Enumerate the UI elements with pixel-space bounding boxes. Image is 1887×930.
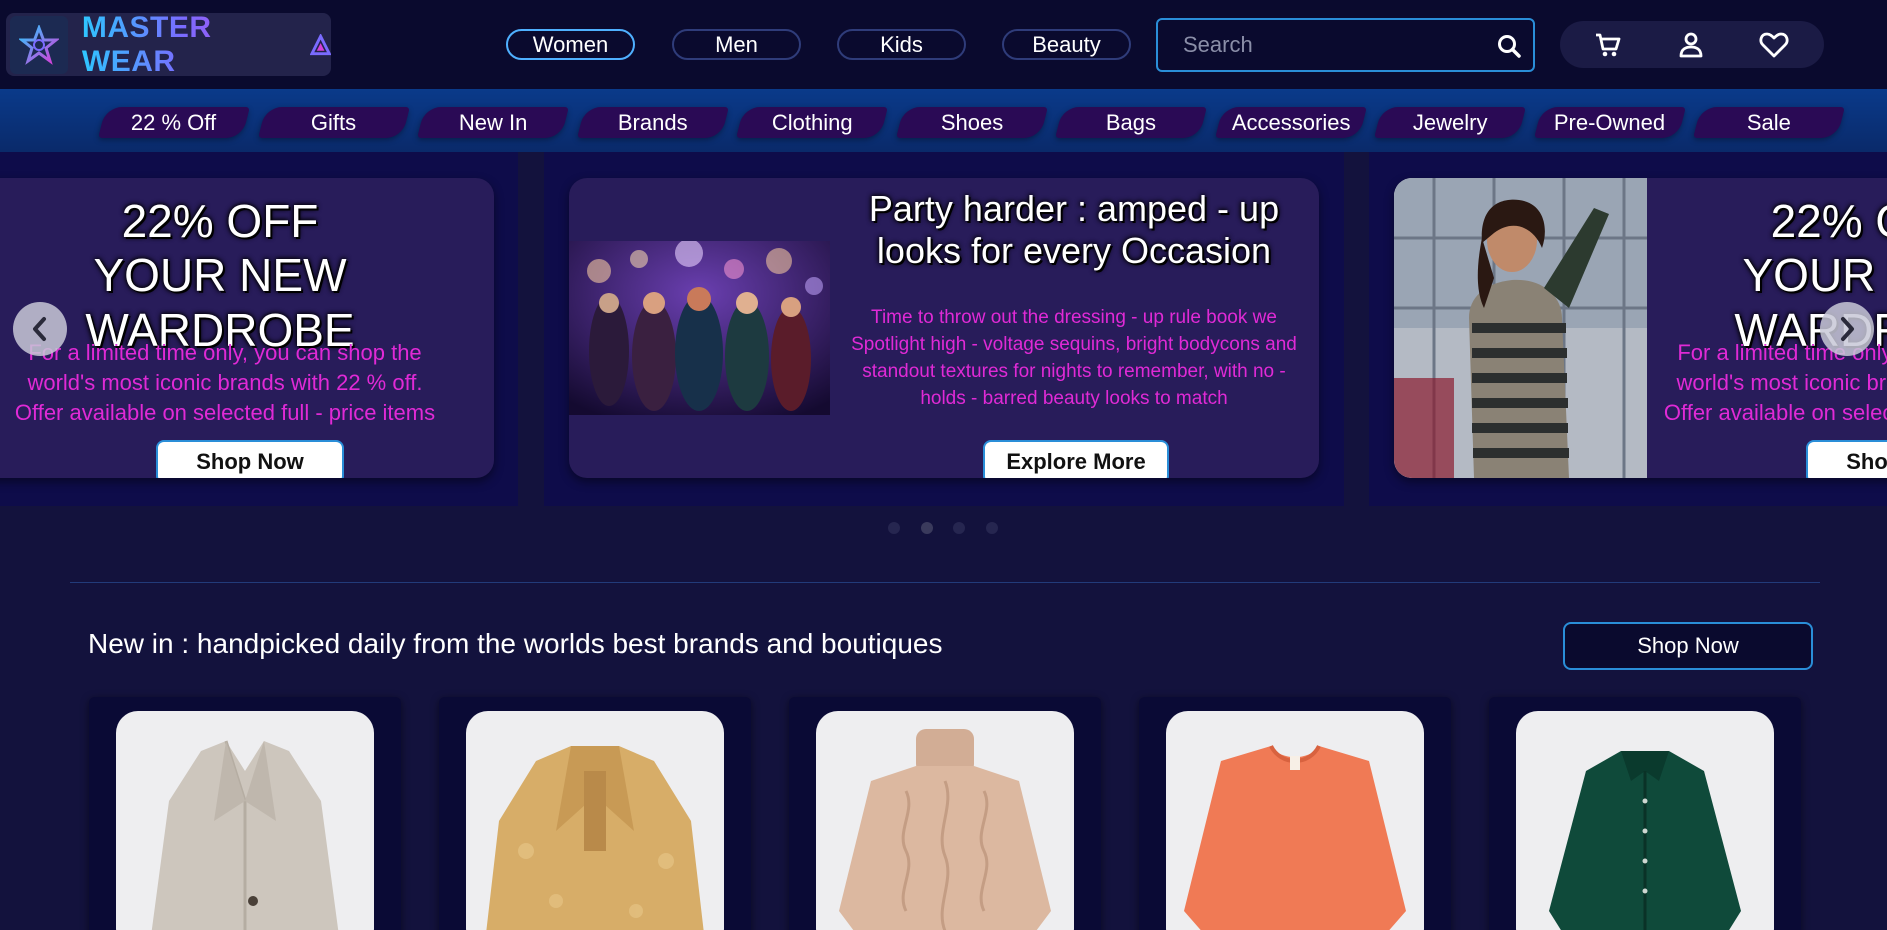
product-card[interactable]: [1139, 697, 1451, 930]
tab-beauty[interactable]: Beauty: [1002, 29, 1131, 60]
product-card[interactable]: [439, 697, 751, 930]
new-in-title: New in : handpicked daily from the world…: [88, 628, 943, 659]
product-image-teddy-coat: [466, 711, 724, 930]
party-photo: [569, 241, 830, 415]
category-accessories[interactable]: Accessories: [1215, 107, 1367, 138]
carousel-dot[interactable]: [986, 522, 998, 534]
category-label: Clothing: [771, 109, 853, 135]
shop-now-button[interactable]: Shop Now: [156, 440, 344, 478]
category-shoes[interactable]: Shoes: [896, 107, 1048, 138]
category-clothing[interactable]: Clothing: [736, 107, 888, 138]
promo-card-right: 22% OFF YOUR NEW WARDROBE For a limited …: [1394, 178, 1887, 478]
star-logo-icon: [10, 15, 68, 74]
carousel-next-button[interactable]: [1820, 302, 1874, 356]
category-jewelry[interactable]: Jewelry: [1374, 107, 1526, 138]
category-label: Brands: [618, 109, 688, 135]
cart-icon[interactable]: [1592, 29, 1624, 61]
header: MASTER WEAR Women Men Kids Beauty: [0, 0, 1887, 89]
category-22-off[interactable]: 22 % Off: [98, 107, 250, 138]
tab-men[interactable]: Men: [672, 29, 801, 60]
section-divider: [70, 582, 1820, 583]
category-label: New In: [458, 109, 528, 135]
category-label: Sale: [1746, 109, 1792, 135]
category-label: Gifts: [311, 109, 357, 135]
chevron-left-icon: [33, 317, 46, 341]
category-pre-owned[interactable]: Pre-Owned: [1534, 107, 1686, 138]
category-label: Accessories: [1231, 109, 1351, 135]
brand-logo[interactable]: MASTER WEAR: [6, 11, 331, 79]
heart-icon[interactable]: [1758, 29, 1790, 61]
promo-card-left: 22% OFF YOUR NEW WARDROBE For a limited …: [0, 178, 494, 478]
product-image-beige-coat: [116, 711, 374, 930]
category-bags[interactable]: Bags: [1055, 107, 1207, 138]
shop-now-button[interactable]: Shop Now: [1806, 440, 1887, 478]
model-photo: [1394, 178, 1647, 478]
category-label: Bags: [1105, 109, 1157, 135]
header-icons: [1560, 21, 1824, 68]
brand-name: MASTER WEAR: [82, 11, 306, 79]
carousel-dots: [0, 522, 1887, 536]
category-label: Pre-Owned: [1554, 109, 1666, 135]
category-label: Shoes: [940, 109, 1004, 135]
promo-title: Party harder : amped - up looks for ever…: [868, 188, 1280, 272]
product-card[interactable]: [789, 697, 1101, 930]
tab-women[interactable]: Women: [506, 29, 635, 60]
category-bar: 22 % Off Gifts New In Brands Clothing Sh…: [0, 89, 1887, 152]
party-card: Party harder : amped - up looks for ever…: [569, 178, 1319, 478]
product-image-green-satin-dress: [1516, 711, 1774, 930]
product-card[interactable]: [1489, 697, 1801, 930]
category-new-in[interactable]: New In: [417, 107, 569, 138]
promo-description: For a limited time only, you can shop th…: [14, 340, 436, 425]
category-label: Jewelry: [1412, 109, 1488, 135]
search-input[interactable]: [1158, 32, 1478, 58]
product-image-cable-knit-sweater: [816, 711, 1074, 930]
category-label: 22 % Off: [131, 109, 217, 135]
category-gifts[interactable]: Gifts: [258, 107, 410, 138]
carousel-dot[interactable]: [953, 522, 965, 534]
chevron-right-icon: [1841, 317, 1854, 341]
search-box: [1156, 18, 1535, 72]
promo-title: 22% OFF YOUR NEW WARDROBE: [85, 195, 355, 356]
hero-carousel: 22% OFF YOUR NEW WARDROBE For a limited …: [0, 152, 1887, 506]
carousel-dot[interactable]: [888, 522, 900, 534]
category-sale[interactable]: Sale: [1693, 107, 1845, 138]
carousel-dot-active[interactable]: [921, 522, 933, 534]
tab-kids[interactable]: Kids: [837, 29, 966, 60]
category-brands[interactable]: Brands: [577, 107, 729, 138]
search-icon[interactable]: [1493, 30, 1525, 62]
explore-more-button[interactable]: Explore More: [983, 440, 1169, 478]
product-card[interactable]: [89, 697, 401, 930]
promo-description: Time to throw out the dressing - up rule…: [851, 307, 1297, 409]
carousel-prev-button[interactable]: [13, 302, 67, 356]
user-icon[interactable]: [1675, 29, 1707, 61]
triangle-logo-icon: [309, 33, 331, 55]
new-in-shop-now-button[interactable]: Shop Now: [1563, 622, 1813, 670]
product-image-orange-sweater: [1166, 711, 1424, 930]
